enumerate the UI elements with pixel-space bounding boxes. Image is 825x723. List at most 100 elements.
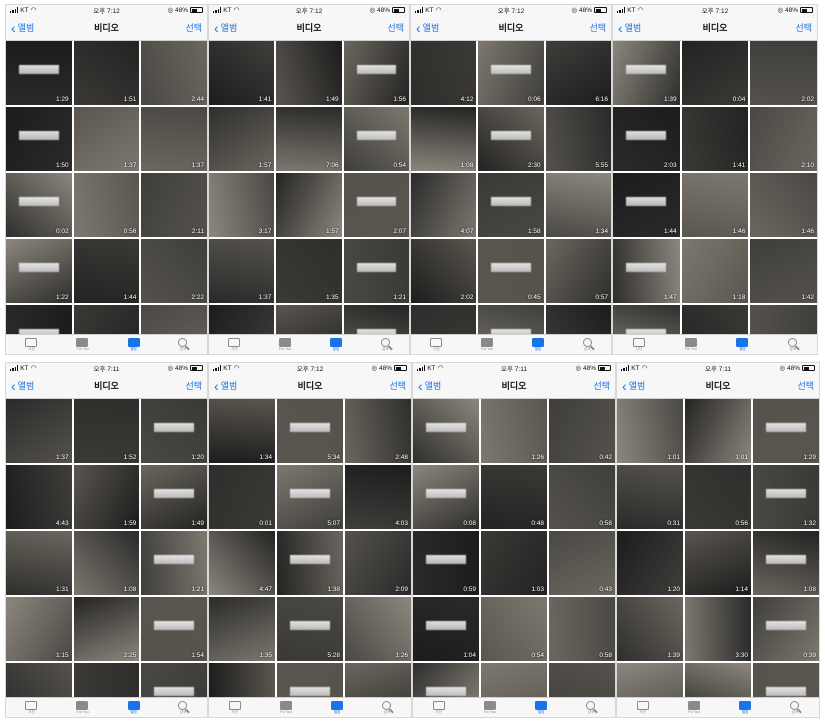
tab-for-you[interactable]: For You: [76, 700, 89, 715]
video-thumbnail[interactable]: 1:22: [6, 239, 72, 303]
tab-search[interactable]: 검색: [178, 700, 188, 715]
video-thumbnail[interactable]: 0:02: [6, 173, 72, 237]
video-thumbnail[interactable]: 0:54: [343, 107, 409, 171]
tab-search[interactable]: 검색: [788, 337, 798, 352]
video-thumbnail[interactable]: 0:01: [209, 465, 275, 529]
video-thumbnail[interactable]: 4:03: [345, 465, 411, 529]
tab-photos[interactable]: 사진: [430, 337, 443, 352]
video-thumbnail[interactable]: 1:18: [681, 239, 749, 303]
video-thumbnail[interactable]: 1:56: [343, 41, 409, 105]
video-thumbnail[interactable]: 2:22: [141, 239, 207, 303]
video-thumbnail[interactable]: 1:59: [73, 465, 140, 529]
video-thumbnail[interactable]: 1:49: [141, 465, 207, 529]
video-thumbnail[interactable]: 0:58: [549, 597, 615, 661]
tab-photos[interactable]: 사진: [636, 700, 649, 715]
video-thumbnail[interactable]: [6, 663, 72, 697]
back-button[interactable]: ‹ 앨범: [416, 21, 439, 35]
select-button[interactable]: 선택: [589, 21, 606, 34]
video-thumbnail[interactable]: [753, 663, 819, 697]
video-thumbnail[interactable]: 2:07: [343, 173, 409, 237]
video-thumbnail[interactable]: [681, 305, 749, 334]
video-thumbnail[interactable]: 2:02: [411, 239, 477, 303]
video-thumbnail[interactable]: [613, 305, 680, 334]
back-button[interactable]: ‹ 앨범: [214, 21, 237, 35]
video-thumbnail[interactable]: [478, 305, 544, 334]
video-thumbnail[interactable]: 1:29: [753, 399, 819, 463]
back-button[interactable]: ‹ 앨범: [418, 379, 441, 393]
tab-photos[interactable]: 사진: [632, 337, 645, 352]
video-thumbnail[interactable]: 0:43: [549, 531, 615, 595]
tab-albums[interactable]: 앨범: [127, 700, 140, 715]
select-button[interactable]: 선택: [795, 21, 812, 34]
video-thumbnail[interactable]: 1:03: [481, 531, 547, 595]
video-thumbnail[interactable]: 2:10: [750, 107, 817, 171]
tab-photos[interactable]: 사진: [25, 700, 38, 715]
video-thumbnail[interactable]: 4:12: [411, 41, 477, 105]
video-thumbnail[interactable]: 0:54: [481, 597, 547, 661]
video-thumbnail[interactable]: 0:31: [617, 465, 683, 529]
video-thumbnail[interactable]: [209, 305, 275, 334]
video-thumbnail[interactable]: 1:39: [613, 41, 680, 105]
video-thumbnail[interactable]: 1:52: [73, 399, 140, 463]
select-button[interactable]: 선택: [797, 379, 814, 392]
video-thumbnail[interactable]: 1:58: [478, 173, 544, 237]
video-thumbnail[interactable]: 1:46: [750, 173, 817, 237]
video-thumbnail[interactable]: 2:48: [345, 399, 411, 463]
select-button[interactable]: 선택: [593, 379, 610, 392]
video-thumbnail[interactable]: 0:56: [685, 465, 751, 529]
video-thumbnail[interactable]: 4:47: [209, 531, 275, 595]
video-thumbnail[interactable]: [685, 663, 751, 697]
tab-for-you[interactable]: For You: [685, 337, 697, 352]
tab-for-you[interactable]: For You: [76, 337, 89, 352]
video-thumbnail[interactable]: [209, 663, 275, 697]
video-thumbnail[interactable]: 1:37: [6, 399, 72, 463]
tab-for-you[interactable]: For You: [279, 337, 291, 352]
video-thumbnail[interactable]: 2:02: [750, 41, 817, 105]
video-thumbnail[interactable]: 2:44: [141, 41, 207, 105]
video-thumbnail[interactable]: 5:55: [545, 107, 611, 171]
video-thumbnail[interactable]: 1:47: [613, 239, 680, 303]
video-thumbnail[interactable]: [73, 305, 140, 334]
select-button[interactable]: 선택: [185, 21, 202, 34]
video-thumbnail[interactable]: [141, 305, 207, 334]
tab-search[interactable]: 검색: [380, 337, 390, 352]
video-thumbnail[interactable]: 1:44: [613, 173, 680, 237]
video-thumbnail[interactable]: 6:16: [545, 41, 611, 105]
video-thumbnail[interactable]: 1:20: [617, 531, 683, 595]
video-thumbnail[interactable]: 1:46: [681, 173, 749, 237]
video-thumbnail[interactable]: 2:09: [345, 531, 411, 595]
tab-for-you[interactable]: For You: [280, 700, 292, 715]
video-thumbnail[interactable]: 1:37: [209, 239, 275, 303]
video-thumbnail[interactable]: 7:06: [276, 107, 342, 171]
video-thumbnail[interactable]: [750, 305, 817, 334]
video-thumbnail[interactable]: [141, 663, 207, 697]
video-thumbnail[interactable]: [73, 663, 140, 697]
video-thumbnail[interactable]: 1:15: [6, 597, 72, 661]
video-thumbnail[interactable]: 1:49: [276, 41, 342, 105]
video-thumbnail[interactable]: 0:39: [753, 597, 819, 661]
video-thumbnail[interactable]: 5:34: [277, 399, 343, 463]
video-thumbnail[interactable]: [277, 663, 343, 697]
video-thumbnail[interactable]: 1:14: [685, 531, 751, 595]
video-thumbnail[interactable]: 0:48: [481, 465, 547, 529]
video-thumbnail[interactable]: [276, 305, 342, 334]
video-thumbnail[interactable]: 1:08: [73, 531, 140, 595]
tab-albums[interactable]: 앨범: [531, 337, 544, 352]
tab-photos[interactable]: 사진: [432, 700, 445, 715]
video-thumbnail[interactable]: [411, 305, 477, 334]
tab-photos[interactable]: 사진: [228, 700, 241, 715]
video-thumbnail[interactable]: 0:59: [413, 531, 479, 595]
video-thumbnail[interactable]: 1:34: [209, 399, 275, 463]
tab-albums[interactable]: 앨범: [127, 337, 140, 352]
back-button[interactable]: ‹ 앨범: [11, 379, 34, 393]
video-thumbnail[interactable]: 0:42: [549, 399, 615, 463]
video-thumbnail[interactable]: 4:07: [411, 173, 477, 237]
video-thumbnail[interactable]: 0:57: [545, 239, 611, 303]
video-thumbnail[interactable]: 0:04: [681, 41, 749, 105]
tab-search[interactable]: 검색: [586, 700, 596, 715]
video-thumbnail[interactable]: 1:29: [6, 41, 72, 105]
tab-albums[interactable]: 앨범: [331, 700, 344, 715]
video-thumbnail[interactable]: 1:41: [681, 107, 749, 171]
video-thumbnail[interactable]: 1:35: [209, 597, 275, 661]
video-thumbnail[interactable]: 1:34: [545, 173, 611, 237]
